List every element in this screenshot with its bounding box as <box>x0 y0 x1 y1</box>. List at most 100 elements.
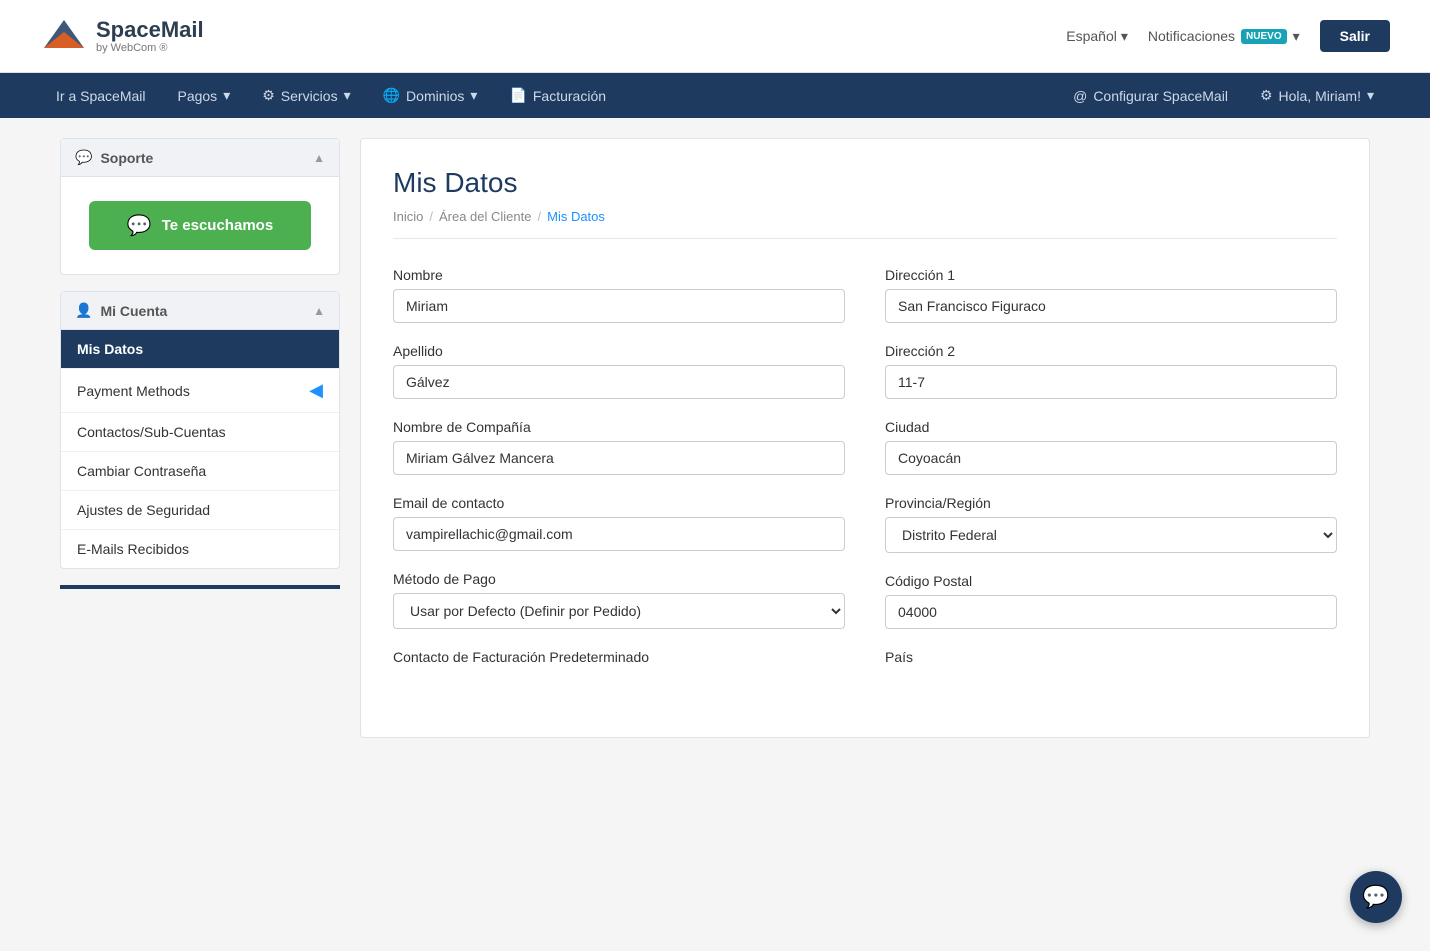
nombre-input[interactable] <box>393 289 845 323</box>
logo-subtitle: by WebCom ® <box>96 42 204 54</box>
header-right: Español ▾ Notificaciones NUEVO ▾ Salir <box>1066 20 1390 52</box>
company-input[interactable] <box>393 441 845 475</box>
chevron-down-icon: ▾ <box>470 87 477 104</box>
email-input[interactable] <box>393 517 845 551</box>
nav-label: Dominios <box>406 88 464 104</box>
breadcrumb-sep: / <box>429 209 433 224</box>
codigo-postal-label: Código Postal <box>885 573 1337 589</box>
language-button[interactable]: Español ▾ <box>1066 28 1128 45</box>
sidebar-item-emails[interactable]: E-Mails Recibidos <box>61 530 339 568</box>
nav-item-pagos[interactable]: Pagos ▾ <box>161 73 246 118</box>
whatsapp-icon: 💬 <box>127 213 152 238</box>
language-label: Español <box>1066 28 1117 44</box>
metodo-pago-group: Método de Pago Usar por Defecto (Definir… <box>393 571 845 629</box>
nav-label: Configurar SpaceMail <box>1093 88 1228 104</box>
company-group: Nombre de Compañía <box>393 419 845 475</box>
sidebar-cuenta-section: 👤 Mi Cuenta ▲ Mis Datos Payment Methods … <box>60 291 340 569</box>
chevron-down-icon: ▾ <box>1121 28 1128 45</box>
nav-item-user[interactable]: ⚙ Hola, Miriam! ▾ <box>1244 73 1390 118</box>
codigo-postal-group: Código Postal <box>885 573 1337 629</box>
whatsapp-button[interactable]: 💬 Te escuchamos <box>89 201 311 250</box>
provincia-group: Provincia/Región Distrito Federal <box>885 495 1337 553</box>
ajustes-label: Ajustes de Seguridad <box>77 502 210 518</box>
nombre-group: Nombre <box>393 267 845 323</box>
nuevo-badge: NUEVO <box>1241 29 1287 44</box>
nav-left: Ir a SpaceMail Pagos ▾ ⚙ Servicios ▾ 🌐 D… <box>40 73 622 118</box>
sidebar-item-mis-datos[interactable]: Mis Datos <box>61 330 339 369</box>
direccion1-label: Dirección 1 <box>885 267 1337 283</box>
content-area: Mis Datos Inicio / Área del Cliente / Mi… <box>360 138 1370 738</box>
direccion1-input[interactable] <box>885 289 1337 323</box>
nav-label: Hola, Miriam! <box>1279 88 1361 104</box>
emails-label: E-Mails Recibidos <box>77 541 189 557</box>
nav-label: Facturación <box>533 88 606 104</box>
email-label: Email de contacto <box>393 495 845 511</box>
sidebar-cuenta-header: 👤 Mi Cuenta ▲ <box>61 292 339 330</box>
form-left-column: Nombre Apellido Nombre de Compañía Email… <box>393 267 845 685</box>
payment-methods-label: Payment Methods <box>77 383 190 399</box>
pais-label: País <box>885 649 1337 665</box>
chevron-up-icon: ▲ <box>313 304 325 318</box>
sidebar-item-cambiar-contrasena[interactable]: Cambiar Contraseña <box>61 452 339 491</box>
arrow-left-icon: ◀ <box>309 380 323 401</box>
direccion2-group: Dirección 2 <box>885 343 1337 399</box>
sidebar-soporte-header: 💬 Soporte ▲ <box>61 139 339 177</box>
sidebar-item-ajustes[interactable]: Ajustes de Seguridad <box>61 491 339 530</box>
nombre-label: Nombre <box>393 267 845 283</box>
chevron-down-icon: ▾ <box>1367 87 1374 104</box>
notifications-area[interactable]: Notificaciones NUEVO ▾ <box>1148 28 1300 45</box>
apellido-label: Apellido <box>393 343 845 359</box>
chevron-down-icon: ▾ <box>1293 28 1300 45</box>
metodo-pago-label: Método de Pago <box>393 571 845 587</box>
nav-item-servicios[interactable]: ⚙ Servicios ▾ <box>246 73 366 118</box>
logo-area: SpaceMail by WebCom ® <box>40 12 204 60</box>
email-group: Email de contacto <box>393 495 845 551</box>
nav-label: Ir a SpaceMail <box>56 88 145 104</box>
support-icon: 💬 <box>75 149 92 166</box>
sidebar: 💬 Soporte ▲ 💬 Te escuchamos 👤 Mi Cuenta … <box>60 138 340 589</box>
breadcrumb-sep2: / <box>537 209 541 224</box>
whatsapp-label: Te escuchamos <box>162 217 273 234</box>
sidebar-soporte-section: 💬 Soporte ▲ 💬 Te escuchamos <box>60 138 340 275</box>
direccion2-input[interactable] <box>885 365 1337 399</box>
pais-group: País <box>885 649 1337 665</box>
chevron-down-icon: ▾ <box>344 87 351 104</box>
nav-item-dominios[interactable]: 🌐 Dominios ▾ <box>367 73 494 118</box>
ciudad-input[interactable] <box>885 441 1337 475</box>
provincia-label: Provincia/Región <box>885 495 1337 511</box>
sidebar-bottom-bar <box>60 585 340 589</box>
gear-icon: ⚙ <box>1260 87 1273 104</box>
nav-item-configurar[interactable]: @ Configurar SpaceMail <box>1057 74 1244 118</box>
chevron-up-icon: ▲ <box>313 151 325 165</box>
user-icon: 👤 <box>75 302 92 319</box>
main-container: 💬 Soporte ▲ 💬 Te escuchamos 👤 Mi Cuenta … <box>40 118 1390 758</box>
nav-label: Pagos <box>177 88 217 104</box>
nav-item-facturacion[interactable]: 📄 Facturación <box>493 73 622 118</box>
form-grid: Nombre Apellido Nombre de Compañía Email… <box>393 267 1337 685</box>
contactos-label: Contactos/Sub-Cuentas <box>77 424 226 440</box>
nav-bar: Ir a SpaceMail Pagos ▾ ⚙ Servicios ▾ 🌐 D… <box>0 73 1430 118</box>
chevron-down-icon: ▾ <box>223 87 230 104</box>
nav-label: Servicios <box>281 88 338 104</box>
metodo-pago-select[interactable]: Usar por Defecto (Definir por Pedido) <box>393 593 845 629</box>
cambiar-contrasena-label: Cambiar Contraseña <box>77 463 206 479</box>
apellido-input[interactable] <box>393 365 845 399</box>
contacto-facturacion-group: Contacto de Facturación Predeterminado <box>393 649 845 665</box>
form-right-column: Dirección 1 Dirección 2 Ciudad Provincia… <box>885 267 1337 685</box>
chat-bubble[interactable]: 💬 <box>1350 871 1402 923</box>
breadcrumb: Inicio / Área del Cliente / Mis Datos <box>393 209 1337 239</box>
contacto-label: Contacto de Facturación Predeterminado <box>393 649 845 665</box>
breadcrumb-area[interactable]: Área del Cliente <box>439 209 532 224</box>
nav-item-spacemail[interactable]: Ir a SpaceMail <box>40 74 161 118</box>
direccion2-label: Dirección 2 <box>885 343 1337 359</box>
salir-button[interactable]: Salir <box>1320 20 1390 52</box>
sidebar-item-contactos[interactable]: Contactos/Sub-Cuentas <box>61 413 339 452</box>
ciudad-label: Ciudad <box>885 419 1337 435</box>
provincia-select[interactable]: Distrito Federal <box>885 517 1337 553</box>
direccion1-group: Dirección 1 <box>885 267 1337 323</box>
breadcrumb-inicio[interactable]: Inicio <box>393 209 423 224</box>
codigo-postal-input[interactable] <box>885 595 1337 629</box>
sidebar-menu: Mis Datos Payment Methods ◀ Contactos/Su… <box>61 330 339 568</box>
ciudad-group: Ciudad <box>885 419 1337 475</box>
sidebar-item-payment-methods[interactable]: Payment Methods ◀ <box>61 369 339 413</box>
